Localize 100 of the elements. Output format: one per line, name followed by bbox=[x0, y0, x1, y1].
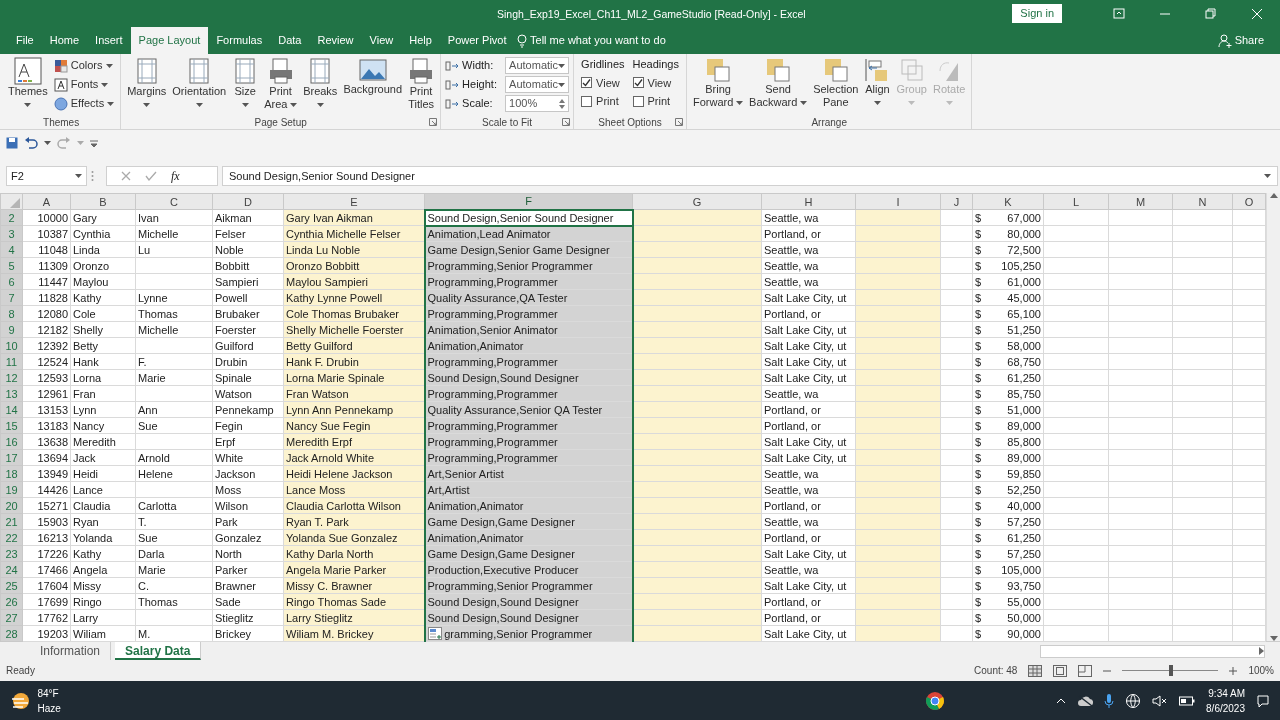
table-cell: M. bbox=[135, 625, 213, 642]
ribbon-button[interactable]: Breaks bbox=[301, 56, 340, 112]
ribbon-button[interactable]: Colors bbox=[51, 56, 117, 75]
browser-icon[interactable] bbox=[925, 691, 946, 711]
horizontal-scrollbar[interactable] bbox=[1040, 644, 1265, 658]
ribbon-button[interactable]: Selection Pane bbox=[811, 56, 861, 110]
column-header[interactable]: L bbox=[1043, 193, 1109, 210]
weather-icon[interactable] bbox=[10, 692, 32, 710]
dialog-launcher-icon[interactable] bbox=[429, 118, 438, 126]
quick-analysis-icon[interactable] bbox=[427, 627, 442, 640]
column-header[interactable]: H bbox=[761, 193, 856, 210]
grid-view-icon[interactable] bbox=[1028, 664, 1043, 677]
checkbox[interactable]: Print bbox=[581, 93, 625, 110]
column-header[interactable]: J bbox=[940, 193, 973, 210]
clock-time[interactable]: 9:34 AM bbox=[1208, 686, 1245, 701]
lightbulb-icon[interactable] bbox=[517, 33, 528, 48]
ribbon-tab[interactable]: Home bbox=[41, 27, 88, 54]
ribbon-button[interactable]: Align bbox=[862, 56, 893, 110]
share-button[interactable]: Share bbox=[1234, 32, 1264, 49]
battery-icon[interactable] bbox=[1179, 696, 1196, 706]
ribbon-button[interactable]: Orientation bbox=[170, 56, 229, 112]
close-icon[interactable] bbox=[1251, 7, 1263, 20]
column-header[interactable]: C bbox=[135, 193, 213, 210]
scroll-right-icon[interactable] bbox=[1259, 647, 1264, 655]
insert-function-button[interactable]: fx bbox=[171, 167, 180, 185]
zoom-in-icon[interactable] bbox=[1229, 666, 1238, 675]
globe-icon[interactable] bbox=[1125, 693, 1142, 709]
zoom-slider[interactable] bbox=[1168, 665, 1173, 676]
cloud-icon[interactable] bbox=[1077, 695, 1094, 707]
column-header[interactable]: G bbox=[632, 193, 762, 210]
checkbox[interactable]: Print bbox=[632, 93, 679, 110]
sign-in-button[interactable]: Sign in bbox=[1012, 4, 1062, 23]
ribbon-tab[interactable]: Power Pivot bbox=[439, 27, 515, 54]
table-cell: Portland, or bbox=[761, 417, 856, 434]
formula-field[interactable]: Sound Design,Senior Sound Designer bbox=[222, 166, 1278, 186]
ribbon-button[interactable]: Margins bbox=[125, 56, 169, 112]
ribbon-button[interactable]: Size bbox=[230, 56, 261, 112]
customize-icon[interactable] bbox=[90, 138, 98, 147]
column-header[interactable]: I bbox=[855, 193, 941, 210]
table-cell bbox=[1108, 609, 1173, 626]
page-layout-icon[interactable] bbox=[1053, 664, 1068, 677]
column-header[interactable]: E bbox=[283, 193, 425, 210]
person-add-icon[interactable] bbox=[1217, 33, 1232, 48]
ribbon-tab[interactable]: Insert bbox=[87, 27, 131, 54]
column-header[interactable]: M bbox=[1108, 193, 1173, 210]
table-cell: Park bbox=[212, 513, 284, 530]
checkbox[interactable]: View bbox=[632, 74, 679, 91]
table-cell: Cole bbox=[70, 305, 136, 322]
column-header[interactable]: N bbox=[1172, 193, 1233, 210]
ribbon-tab[interactable]: View bbox=[361, 27, 402, 54]
column-header[interactable]: K bbox=[972, 193, 1044, 210]
dialog-launcher-icon[interactable] bbox=[562, 118, 571, 126]
table-cell: Linda bbox=[70, 241, 136, 258]
checkbox[interactable]: View bbox=[581, 74, 625, 91]
ribbon-button[interactable]: Background bbox=[341, 56, 405, 97]
dialog-launcher-icon[interactable] bbox=[675, 118, 683, 126]
ribbon-tab[interactable]: Help bbox=[401, 27, 440, 54]
column-header[interactable]: B bbox=[70, 193, 136, 210]
ribbon-tab[interactable]: Formulas bbox=[208, 27, 271, 54]
ribbon-tab[interactable]: Page Layout bbox=[130, 27, 209, 54]
vertical-scrollbar[interactable] bbox=[1266, 193, 1280, 641]
column-header[interactable]: O bbox=[1232, 193, 1266, 210]
ribbon-button[interactable]: Print Area bbox=[262, 56, 300, 112]
clock-date[interactable]: 8/6/2023 bbox=[1206, 701, 1245, 716]
column-header[interactable]: F bbox=[424, 193, 633, 210]
table-cell bbox=[1172, 225, 1233, 242]
restore-icon[interactable] bbox=[1205, 7, 1217, 20]
ribbon-tab[interactable]: Review bbox=[309, 27, 362, 54]
landscape-icon bbox=[357, 57, 388, 83]
table-cell: Lorna bbox=[70, 369, 136, 386]
ribbon-tab[interactable]: File bbox=[8, 27, 42, 54]
ribbon-button[interactable]: Print Titles bbox=[406, 56, 437, 112]
column-header[interactable]: D bbox=[212, 193, 284, 210]
zoom-percent[interactable]: 100% bbox=[1248, 663, 1274, 678]
dropdown-field[interactable]: Automatic bbox=[505, 57, 570, 74]
speaker-muted-icon[interactable] bbox=[1152, 695, 1169, 707]
table-cell: 13694 bbox=[22, 449, 71, 466]
sheet-tab[interactable]: Salary Data bbox=[115, 642, 202, 660]
ribbon-tab[interactable]: Data bbox=[270, 27, 310, 54]
dropdown-field[interactable]: Automatic bbox=[505, 76, 570, 93]
name-box[interactable]: F2 bbox=[6, 166, 87, 186]
table-cell: Nancy bbox=[70, 417, 136, 434]
tell-me-search[interactable]: Tell me what you want to do bbox=[530, 32, 666, 49]
chevron-up-icon[interactable] bbox=[1056, 698, 1067, 704]
ribbon-display-icon[interactable] bbox=[1113, 7, 1125, 20]
currency-symbol: $ bbox=[975, 530, 982, 545]
undo-icon[interactable] bbox=[24, 136, 38, 149]
table-cell bbox=[1172, 289, 1233, 306]
notification-icon[interactable] bbox=[1256, 694, 1270, 708]
ribbon-button[interactable]: Bring Forward bbox=[691, 56, 746, 110]
ribbon-button[interactable]: Themes bbox=[6, 56, 50, 112]
page-break-icon[interactable] bbox=[1078, 664, 1093, 677]
ribbon-button[interactable]: Send Backward bbox=[747, 56, 810, 110]
dropdown-field[interactable]: 100% bbox=[505, 95, 570, 112]
microphone-icon[interactable] bbox=[1104, 693, 1115, 709]
save-icon[interactable] bbox=[6, 136, 18, 149]
spinner-arrows-icon[interactable] bbox=[559, 97, 566, 110]
column-header[interactable]: A bbox=[22, 193, 71, 210]
ribbon-button[interactable]: Effects bbox=[51, 94, 117, 113]
ribbon-button[interactable]: Fonts bbox=[51, 75, 117, 94]
